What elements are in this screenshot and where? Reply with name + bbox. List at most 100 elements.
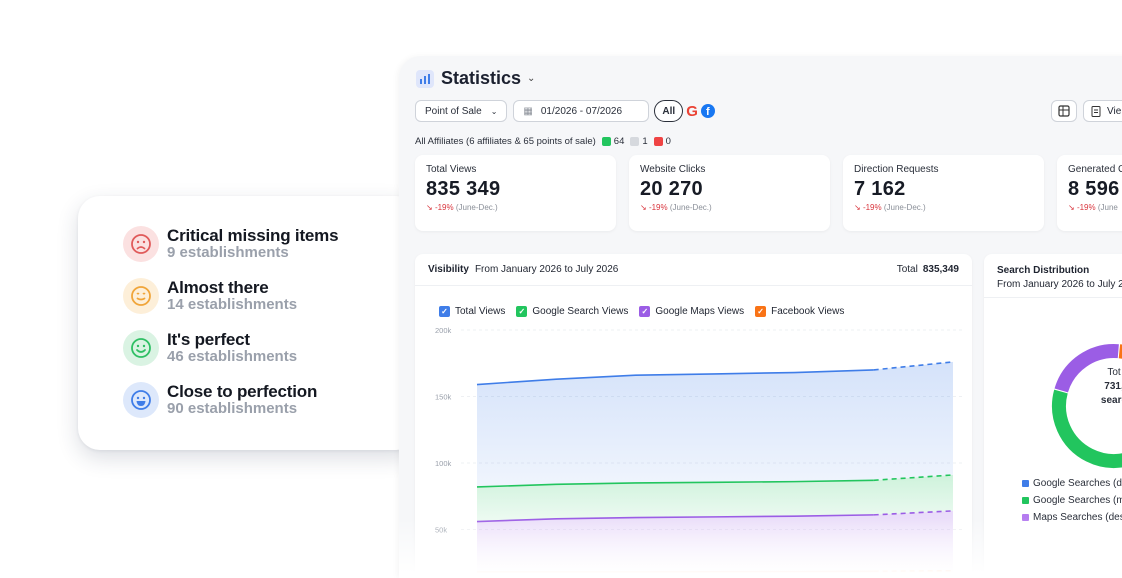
visibility-total-value: 835,349 (922, 264, 959, 275)
y-tick-label: 200k (435, 326, 452, 335)
series-line (477, 570, 874, 573)
kpi-value: 20 270 (640, 178, 703, 200)
kpi-label: Total Views (426, 164, 477, 175)
status-list: Critical missing items 9 establishments Al… (123, 218, 339, 426)
page-title[interactable]: Statistics (441, 68, 521, 89)
status-text: Close to perfection 90 establishments (167, 383, 317, 417)
legend-swatch (1022, 497, 1029, 504)
trend-down-icon: ↘ (854, 203, 861, 212)
status-text: Almost there 14 establishments (167, 279, 297, 313)
status-subtitle: 14 establishments (167, 296, 298, 314)
legend-label: Google Maps Views (655, 306, 745, 317)
y-tick-label: 150k (435, 393, 452, 402)
affiliates-label: All Affiliates (6 affiliates & 65 points… (415, 136, 596, 147)
legend-label: Google Search Views (532, 306, 629, 317)
kpi-value: 835 349 (426, 178, 501, 200)
kpi-delta: ↘ -19% (June-Dec.) (854, 203, 1033, 212)
store-gray-icon (630, 137, 640, 146)
affiliates-gray-count: 1 (642, 136, 648, 147)
status-subtitle: 9 establishments (167, 244, 289, 262)
kpi-delta: ↘ -19% (June-Dec.) (640, 203, 819, 212)
distribution-range: From January 2026 to July 2 (997, 278, 1122, 290)
visibility-title: Visibility (428, 264, 469, 275)
donut-center-label: Tot 731, searc (1084, 366, 1122, 408)
smile-face-icon (123, 330, 159, 366)
donut-center-line1: Tot (1107, 367, 1121, 378)
spreadsheet-icon (1058, 105, 1070, 117)
kpi-label: Website Clicks (640, 164, 706, 175)
platform-all-toggle[interactable]: All (654, 100, 684, 122)
status-item: It's perfect 46 establishments (123, 322, 338, 374)
scope-select[interactable]: Point of Sale ⌄ (415, 100, 508, 122)
kpi-delta-period: (June-Dec.) (669, 203, 712, 212)
y-tick-label: 50k (435, 526, 447, 535)
legend-item[interactable]: ✓ Google Search Views (516, 306, 628, 317)
visibility-total-label: Total (896, 264, 918, 275)
page-header: Statistics ⌄ (416, 68, 535, 89)
calendar-icon: ▦ (523, 105, 533, 117)
status-subtitle: 46 establishments (167, 348, 298, 366)
chart-legend: ✓ Total Views ✓ Google Search Views ✓ Google … (439, 306, 855, 317)
store-green-icon (601, 137, 611, 146)
establishment-status-card: Critical missing items 9 establishments Al… (78, 196, 418, 450)
checkbox-icon: ✓ (516, 306, 528, 317)
kpi-card[interactable]: Direction Requests 7 162 ↘ -19% (June-Dec.… (843, 155, 1044, 231)
legend-swatch (1022, 480, 1029, 487)
distribution-legend-item: Maps Searches (desktop) (1022, 511, 1122, 524)
kpi-delta-value: -19% (1076, 203, 1096, 212)
chevron-down-icon[interactable]: ⌄ (527, 73, 535, 84)
kpi-delta-period: (June (1097, 203, 1118, 212)
trend-down-icon: ↘ (640, 203, 647, 212)
status-title: Almost there (167, 278, 269, 298)
distribution-legend-item: Google Searches (desktop) (1022, 477, 1122, 490)
donut-center-line3: searc (1100, 395, 1122, 406)
view-button[interactable]: Vie (1083, 100, 1122, 122)
checkbox-icon: ✓ (755, 306, 767, 317)
series-area (477, 361, 953, 487)
legend-swatch (1022, 514, 1029, 521)
kpi-label: Generated C (1068, 164, 1122, 175)
kpi-row: Total Views 835 349 ↘ -19% (June-Dec.) Webs… (415, 155, 1122, 231)
affiliates-summary: All Affiliates (6 affiliates & 65 points… (415, 136, 671, 147)
legend-item[interactable]: ✓ Total Views (439, 306, 505, 317)
neutral-face-icon (123, 278, 159, 314)
status-item: Close to perfection 90 establishments (123, 374, 338, 426)
legend-item[interactable]: ✓ Google Maps Views (639, 306, 744, 317)
trend-down-icon: ↘ (1068, 203, 1075, 212)
donut-center-value: 731, (1104, 381, 1122, 392)
visibility-header: Visibility From January 2026 to July 202… (415, 254, 972, 286)
affiliates-red-count: 0 (665, 136, 671, 147)
kpi-card[interactable]: Website Clicks 20 270 ↘ -19% (June-Dec.) (629, 155, 830, 231)
kpi-delta: ↘ -19% (June-Dec.) (426, 203, 605, 212)
distribution-legend-label: Maps Searches (desktop) (1033, 512, 1122, 523)
filter-bar: Point of Sale ⌄ ▦ 01/2026 - 07/2026 All … (415, 100, 715, 122)
status-item: Almost there 14 establishments (123, 270, 338, 322)
series-area (477, 510, 953, 573)
toolbar-right: Vie (1051, 100, 1122, 122)
statistics-dashboard: Statistics ⌄ Point of Sale ⌄ ▦ 01/2026 -… (399, 56, 1122, 578)
store-red-icon (653, 137, 663, 146)
visibility-total: Total 835,349 (897, 264, 959, 275)
bar-chart-icon (416, 69, 434, 88)
search-distribution-card: Search Distribution From January 2026 to… (984, 254, 1122, 578)
kpi-label: Direction Requests (854, 164, 939, 175)
legend-item[interactable]: ✓ Facebook Views (755, 306, 844, 317)
visibility-range: From January 2026 to July 2026 (474, 264, 619, 275)
legend-label: Facebook Views (771, 306, 845, 317)
distribution-legend-item: Google Searches (m (1022, 494, 1122, 507)
status-title: Close to perfection (167, 382, 318, 402)
status-text: It's perfect 46 establishments (167, 331, 297, 365)
google-icon[interactable]: G (686, 103, 698, 120)
kpi-card[interactable]: Total Views 835 349 ↘ -19% (June-Dec.) (415, 155, 616, 231)
spreadsheet-export-button[interactable] (1051, 100, 1077, 122)
kpi-value: 7 162 (854, 178, 906, 200)
kpi-card[interactable]: Generated C 8 596 ↘ -19% (June (1057, 155, 1122, 231)
status-item: Critical missing items 9 establishments (123, 218, 339, 270)
status-text: Critical missing items 9 establishments (167, 227, 339, 262)
date-range-picker[interactable]: ▦ 01/2026 - 07/2026 (513, 100, 650, 122)
visibility-chart: 200k 150k 100k 50k (435, 326, 963, 578)
status-title: It's perfect (167, 330, 250, 350)
checkbox-icon: ✓ (439, 306, 450, 317)
kpi-delta-period: (June-Dec.) (455, 203, 498, 212)
facebook-icon[interactable]: f (700, 104, 715, 118)
